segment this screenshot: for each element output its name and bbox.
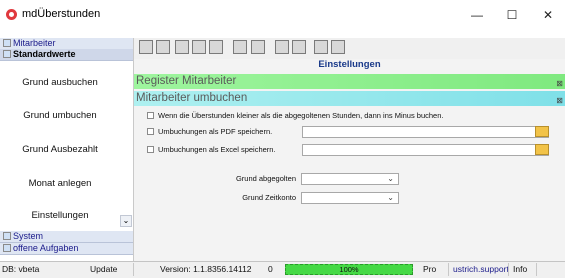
export-icon[interactable] (292, 40, 306, 54)
db-label: DB: vbeta (2, 264, 40, 274)
pin-icon[interactable]: ⊠ (556, 76, 563, 91)
search-icon[interactable] (209, 40, 223, 54)
status-bar: DB: vbeta Update Version: 1.1.8356.14112… (0, 261, 565, 278)
sidebar-item-grund-umbuchen[interactable]: Grund umbuchen (0, 110, 120, 121)
sidebar-header-standardwerte[interactable]: Standardwerte (0, 49, 133, 61)
chevron-down-icon: ⌄ (387, 193, 394, 202)
list-view-icon[interactable] (156, 40, 170, 54)
mail-icon[interactable] (275, 40, 289, 54)
title-bar: mdÜberstunden — ☐ ✕ (0, 0, 565, 30)
excel-checkbox[interactable] (147, 146, 154, 153)
sidebar-header-system[interactable]: System (0, 231, 133, 243)
app-icon (6, 9, 17, 20)
sidebar: Mitarbeiter Standardwerte Grund ausbuche… (0, 38, 134, 261)
info-link[interactable]: Info (513, 264, 527, 274)
register-mitarbeiter-bar[interactable]: Register Mitarbeiter ⊠ (134, 74, 565, 89)
counter-label: 0 (268, 264, 273, 274)
sidebar-item-grund-ausbuchen[interactable]: Grund ausbuchen (0, 77, 120, 88)
mitarbeiter-umbuchen-bar[interactable]: Mitarbeiter umbuchen ⊠ (134, 91, 565, 106)
grid-icon[interactable] (139, 40, 153, 54)
chevron-down-icon[interactable]: ⌄ (120, 215, 132, 227)
grund-zeitkonto-select[interactable]: ⌄ (301, 192, 399, 204)
table-icon[interactable] (251, 40, 265, 54)
excel-path-field[interactable] (302, 144, 549, 156)
folder-icon[interactable] (535, 126, 549, 137)
sidebar-item-einstellungen[interactable]: Einstellungen (0, 210, 120, 221)
grund-abgegolten-label: Grund abgegolten (235, 174, 296, 183)
user-icon (3, 39, 11, 47)
pdf-checkbox[interactable] (147, 128, 154, 135)
page-title: Einstellungen (318, 59, 381, 70)
minimize-button[interactable]: — (462, 6, 492, 24)
folder-icon[interactable] (535, 144, 549, 155)
update-link[interactable]: Update (90, 264, 117, 274)
close-button[interactable]: ✕ (533, 6, 563, 24)
tools-icon[interactable] (331, 40, 345, 54)
gear-icon (3, 232, 11, 240)
version-label: Version: 1.1.8356.14112 (160, 264, 252, 274)
toolbar (134, 38, 565, 59)
support-link[interactable]: ustrich.support (453, 264, 509, 274)
list-icon (3, 50, 11, 58)
main-panel: Einstellungen Register Mitarbeiter ⊠ Mit… (134, 38, 565, 261)
sidebar-item-grund-ausbezahlt[interactable]: Grund Ausbezahlt (0, 144, 120, 155)
pro-label: Pro (423, 264, 437, 274)
minus-buchen-checkbox[interactable] (147, 112, 154, 119)
excel-option[interactable]: Umbuchungen als Excel speichern. (147, 145, 276, 154)
grund-zeitkonto-label: Grund Zeitkonto (242, 193, 296, 202)
pdf-option[interactable]: Umbuchungen als PDF speichern. (147, 127, 272, 136)
pin-icon[interactable]: ⊠ (556, 93, 563, 108)
users-icon[interactable] (314, 40, 328, 54)
maximize-button[interactable]: ☐ (497, 6, 527, 24)
task-icon (3, 244, 11, 252)
save-icon[interactable] (175, 40, 189, 54)
window-title: mdÜberstunden (22, 8, 101, 20)
pdf-path-field[interactable] (302, 126, 549, 138)
minus-buchen-option[interactable]: Wenn die Überstunden kleiner als die abg… (147, 111, 443, 120)
grund-abgegolten-select[interactable]: ⌄ (301, 173, 399, 185)
chevron-down-icon: ⌄ (387, 174, 394, 183)
edit-icon[interactable] (192, 40, 206, 54)
progress-bar: 100% (285, 264, 413, 275)
sidebar-header-offene-aufgaben[interactable]: offene Aufgaben (0, 243, 133, 255)
report-icon[interactable] (233, 40, 247, 54)
sidebar-item-monat-anlegen[interactable]: Monat anlegen (0, 178, 120, 189)
